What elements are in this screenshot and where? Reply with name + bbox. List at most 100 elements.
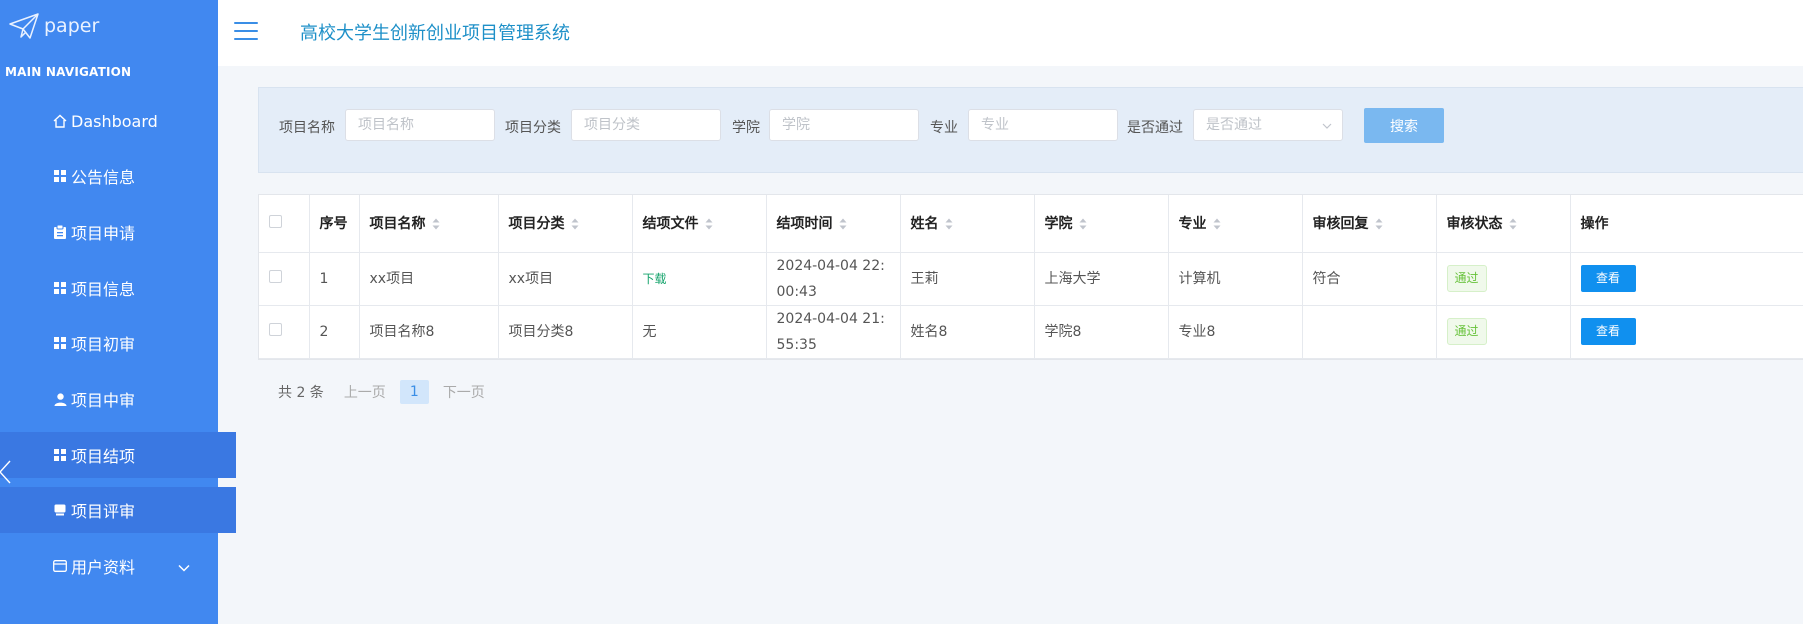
clipboard-icon: [52, 224, 68, 240]
download-link[interactable]: 下载: [643, 272, 667, 286]
college-input[interactable]: [769, 109, 919, 141]
sort-icon[interactable]: [1509, 218, 1517, 230]
column-header-review-reply[interactable]: 审核回复: [1302, 195, 1437, 253]
sidebar-item-label: 项目结项: [71, 447, 136, 466]
column-header-closing-file[interactable]: 结项文件: [632, 195, 767, 253]
cell-person-name: 姓名8: [900, 305, 1035, 359]
sidebar-item-label: 项目申请: [71, 224, 136, 243]
row-select-cell: [259, 305, 310, 359]
cell-college: 学院8: [1034, 305, 1169, 359]
sort-icon[interactable]: [839, 218, 847, 230]
sidebar-item-project-apply[interactable]: 项目申请: [0, 209, 218, 255]
cell-project-name: 项目名称8: [359, 305, 499, 359]
paper-plane-icon: [9, 13, 39, 39]
sidebar-item-label: 项目信息: [71, 280, 136, 299]
row-checkbox[interactable]: [269, 322, 282, 336]
cell-index: 2: [309, 305, 360, 359]
row-checkbox[interactable]: [269, 269, 282, 283]
chevron-down-icon: [178, 557, 190, 576]
column-header-major[interactable]: 专业: [1168, 195, 1303, 253]
cell-review-status: 通过: [1436, 252, 1571, 306]
cell-closing-file: 下载: [632, 252, 767, 306]
nav-caption: MAIN NAVIGATION: [5, 65, 132, 79]
sidebar-item-initial-review[interactable]: 项目初审: [0, 320, 218, 366]
sort-icon[interactable]: [432, 218, 440, 230]
select-all-cell: [259, 195, 310, 253]
sidebar-item-mid-review[interactable]: 项目中审: [0, 376, 218, 422]
field-label-major: 专业: [930, 120, 958, 136]
sort-icon[interactable]: [1375, 218, 1383, 230]
cell-index: 1: [309, 252, 360, 306]
sidebar-item-label: 用户资料: [71, 558, 136, 577]
sidebar-item-user-profile[interactable]: 用户资料: [0, 543, 218, 589]
logo-text: paper: [44, 15, 100, 37]
column-header-college[interactable]: 学院: [1034, 195, 1169, 253]
app-logo[interactable]: paper: [8, 12, 99, 40]
home-icon: [52, 113, 68, 129]
page-title: 高校大学生创新创业项目管理系统: [300, 23, 570, 44]
search-button[interactable]: 搜索: [1364, 108, 1444, 143]
cell-project-name: xx项目: [359, 252, 499, 306]
sidebar-item-project-info[interactable]: 项目信息: [0, 265, 218, 311]
field-label-project-category: 项目分类: [505, 120, 561, 136]
status-badge: 通过: [1446, 265, 1487, 292]
cell-major: 计算机: [1168, 252, 1303, 306]
table-header-row: 序号 项目名称 项目分类 结项文件 结项时间 姓名 学院 专业 审核回复 审核状…: [259, 195, 1803, 253]
monitor-icon: [52, 502, 68, 518]
chevron-left-icon[interactable]: [0, 460, 12, 484]
field-label-status: 是否通过: [1127, 120, 1183, 136]
chevron-down-icon: [1322, 123, 1332, 129]
sort-icon[interactable]: [571, 218, 579, 230]
grid-icon: [52, 447, 68, 463]
status-badge: 通过: [1446, 318, 1487, 345]
grid-icon: [52, 335, 68, 351]
sort-icon[interactable]: [945, 218, 953, 230]
column-header-project-category[interactable]: 项目分类: [498, 195, 633, 253]
field-label-project-name: 项目名称: [279, 120, 335, 136]
cell-closing-time: 2024-04-04 21:55:35: [766, 305, 901, 359]
column-header-name[interactable]: 姓名: [900, 195, 1035, 253]
view-button[interactable]: 查看: [1580, 265, 1636, 292]
cell-major: 专业8: [1168, 305, 1303, 359]
sort-icon[interactable]: [1213, 218, 1221, 230]
view-button[interactable]: 查看: [1580, 318, 1636, 345]
cell-actions: 查看: [1570, 252, 1803, 306]
sidebar-item-dashboard[interactable]: Dashboard: [0, 98, 218, 144]
cell-project-category: 项目分类8: [498, 305, 633, 359]
column-header-review-status[interactable]: 审核状态: [1436, 195, 1571, 253]
sidebar-item-label: Dashboard: [71, 111, 158, 131]
prev-page-button[interactable]: 上一页: [344, 382, 386, 402]
cell-review-reply: [1302, 305, 1437, 359]
sort-icon[interactable]: [705, 218, 713, 230]
project-name-input[interactable]: [345, 109, 495, 141]
row-select-cell: [259, 252, 310, 306]
cell-review-reply: 符合: [1302, 252, 1437, 306]
pagination: 共 2 条 上一页 1 下一页: [278, 380, 485, 404]
sidebar-item-announcements[interactable]: 公告信息: [0, 153, 218, 199]
select-all-checkbox[interactable]: [269, 214, 282, 228]
sidebar: paper MAIN NAVIGATION Dashboard 公告信息 项目申…: [0, 0, 236, 624]
column-header-closing-time[interactable]: 结项时间: [766, 195, 901, 253]
card-icon: [52, 558, 68, 574]
grid-icon: [52, 168, 68, 184]
current-page-button[interactable]: 1: [399, 380, 429, 404]
project-category-input[interactable]: [571, 109, 721, 141]
column-header-index: 序号: [309, 195, 360, 253]
cell-project-category: xx项目: [498, 252, 633, 306]
hamburger-menu-icon[interactable]: [234, 22, 258, 40]
search-panel: 项目名称 项目分类 学院 专业 是否通过 是否通过 搜索: [258, 87, 1803, 173]
cell-actions: 查看: [1570, 305, 1803, 359]
sidebar-item-project-closing[interactable]: 项目结项: [0, 432, 236, 478]
sort-icon[interactable]: [1079, 218, 1087, 230]
sidebar-item-label: 项目中审: [71, 391, 136, 410]
next-page-button[interactable]: 下一页: [443, 382, 485, 402]
sidebar-item-project-evaluation[interactable]: 项目评审: [0, 487, 236, 533]
cell-review-status: 通过: [1436, 305, 1571, 359]
status-select-placeholder: 是否通过: [1206, 117, 1262, 133]
major-input[interactable]: [968, 109, 1118, 141]
total-count: 共 2 条: [278, 385, 324, 401]
column-header-project-name[interactable]: 项目名称: [359, 195, 499, 253]
column-header-actions: 操作: [1570, 195, 1803, 253]
status-select[interactable]: 是否通过: [1193, 109, 1343, 141]
field-label-college: 学院: [732, 120, 760, 136]
